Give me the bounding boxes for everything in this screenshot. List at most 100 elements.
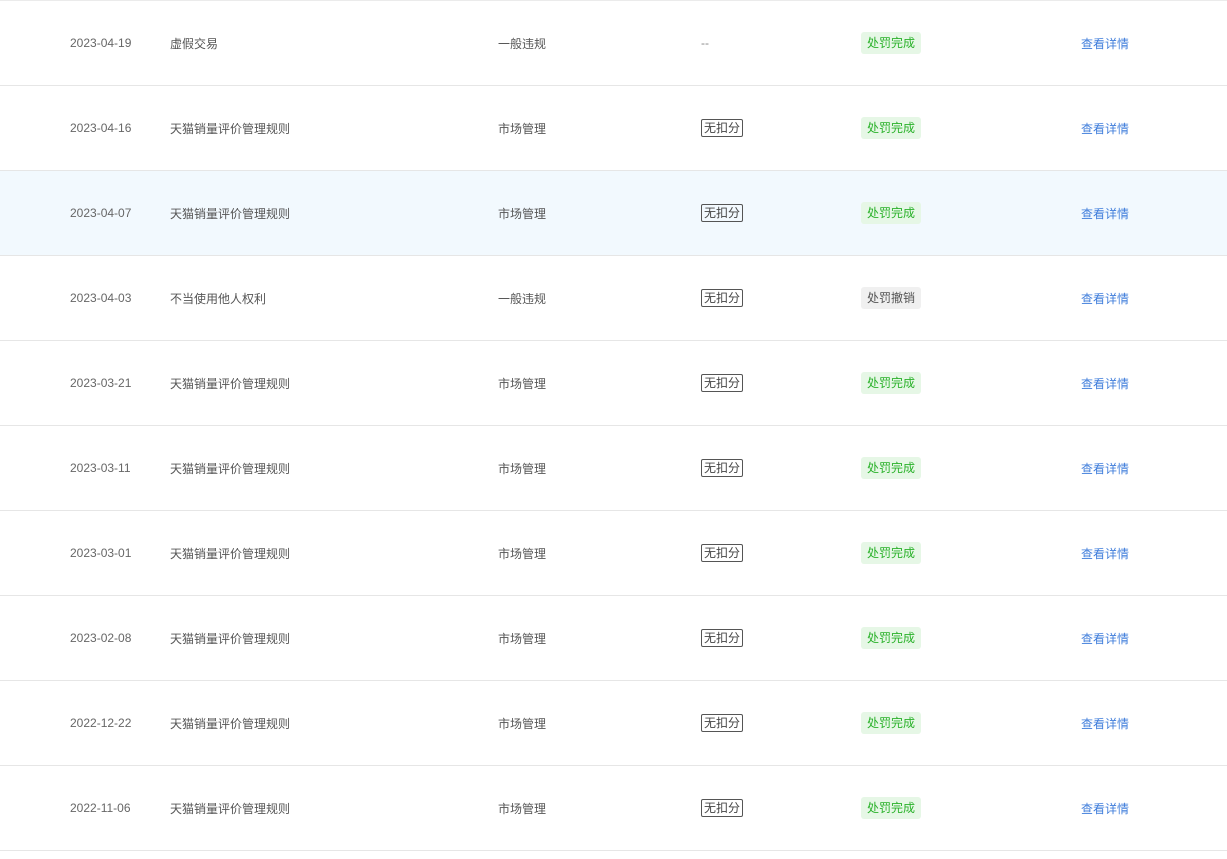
violation-reason: 不当使用他人权利 (170, 291, 267, 306)
violation-type: 市场管理 (498, 631, 547, 646)
violation-type: 市场管理 (498, 376, 547, 391)
table-row: 2022-11-06 天猫销量评价管理规则 市场管理 无扣分 处罚完成 查看详情 (0, 766, 1227, 851)
record-date: 2023-02-08 (70, 631, 132, 645)
violation-reason: 天猫销量评价管理规则 (170, 461, 291, 476)
penalty-records-table: 2023-04-19 虚假交易 一般违规 -- 处罚完成 查看详情 2023-0… (0, 0, 1227, 859)
status-badge: 处罚完成 (861, 627, 922, 649)
violation-reason: 虚假交易 (170, 36, 219, 51)
deduction-points-cell: 无扣分 (701, 341, 744, 425)
status-cell: 处罚完成 (861, 426, 922, 510)
view-details-link[interactable]: 查看详情 (1081, 290, 1129, 307)
deduction-points-cell: 无扣分 (701, 681, 744, 765)
action-cell: 查看详情 (1081, 1, 1129, 85)
deduction-points-cell: 无扣分 (701, 86, 744, 170)
deduction-points-cell: 无扣分 (701, 596, 744, 680)
table-row: 2023-04-07 天猫销量评价管理规则 市场管理 无扣分 处罚完成 查看详情 (0, 171, 1227, 256)
deduction-points-cell: 无扣分 (701, 171, 744, 255)
violation-reason: 天猫销量评价管理规则 (170, 546, 291, 561)
violation-reason: 天猫销量评价管理规则 (170, 376, 291, 391)
violation-reason: 天猫销量评价管理规则 (170, 716, 291, 731)
deduction-points-cell: 无扣分 (701, 511, 744, 595)
status-badge: 处罚完成 (861, 32, 922, 54)
table-row: 2022-12-22 天猫销量评价管理规则 市场管理 无扣分 处罚完成 查看详情 (0, 681, 1227, 766)
deduction-points-cell: 无扣分 (701, 256, 744, 340)
action-cell: 查看详情 (1081, 596, 1129, 680)
record-date: 2023-03-11 (70, 461, 131, 475)
violation-type: 市场管理 (498, 121, 547, 136)
deduction-points: 无扣分 (701, 714, 744, 732)
violation-type: 一般违规 (498, 36, 547, 51)
status-badge: 处罚完成 (861, 542, 922, 564)
status-badge: 处罚完成 (861, 117, 922, 139)
record-date: 2023-03-21 (70, 376, 132, 390)
action-cell: 查看详情 (1081, 256, 1129, 340)
table-row: 2023-02-08 天猫销量评价管理规则 市场管理 无扣分 处罚完成 查看详情 (0, 596, 1227, 681)
table-row: 2023-04-19 虚假交易 一般违规 -- 处罚完成 查看详情 (0, 1, 1227, 86)
table-row: 2023-03-21 天猫销量评价管理规则 市场管理 无扣分 处罚完成 查看详情 (0, 341, 1227, 426)
violation-type: 市场管理 (498, 461, 547, 476)
table-row: 2023-03-11 天猫销量评价管理规则 市场管理 无扣分 处罚完成 查看详情 (0, 426, 1227, 511)
violation-reason: 天猫销量评价管理规则 (170, 631, 291, 646)
deduction-points-cell: 无扣分 (701, 766, 744, 850)
record-date: 2023-04-03 (70, 291, 132, 305)
view-details-link[interactable]: 查看详情 (1081, 35, 1129, 52)
status-cell: 处罚完成 (861, 511, 922, 595)
violation-type: 一般违规 (498, 291, 547, 306)
action-cell: 查看详情 (1081, 766, 1129, 850)
status-cell: 处罚撤销 (861, 256, 922, 340)
violation-reason: 天猫销量评价管理规则 (170, 801, 291, 816)
view-details-link[interactable]: 查看详情 (1081, 205, 1129, 222)
deduction-points: 无扣分 (701, 799, 744, 817)
action-cell: 查看详情 (1081, 426, 1129, 510)
table-row: 2023-04-03 不当使用他人权利 一般违规 无扣分 处罚撤销 查看详情 (0, 256, 1227, 341)
action-cell: 查看详情 (1081, 86, 1129, 170)
violation-reason: 天猫销量评价管理规则 (170, 121, 291, 136)
deduction-points: 无扣分 (701, 374, 744, 392)
status-cell: 处罚完成 (861, 1, 922, 85)
deduction-points-cell: -- (701, 1, 709, 85)
status-cell: 处罚完成 (861, 86, 922, 170)
status-badge: 处罚完成 (861, 712, 922, 734)
deduction-points: 无扣分 (701, 544, 744, 562)
violation-type: 市场管理 (498, 801, 547, 816)
table-row: 2023-04-16 天猫销量评价管理规则 市场管理 无扣分 处罚完成 查看详情 (0, 86, 1227, 171)
action-cell: 查看详情 (1081, 511, 1129, 595)
status-badge: 处罚完成 (861, 202, 922, 224)
view-details-link[interactable]: 查看详情 (1081, 715, 1129, 732)
deduction-points-cell: 无扣分 (701, 426, 744, 510)
status-cell: 处罚完成 (861, 596, 922, 680)
view-details-link[interactable]: 查看详情 (1081, 800, 1129, 817)
status-cell: 处罚完成 (861, 341, 922, 425)
view-details-link[interactable]: 查看详情 (1081, 375, 1129, 392)
status-badge: 处罚完成 (861, 457, 922, 479)
deduction-points: 无扣分 (701, 204, 744, 222)
view-details-link[interactable]: 查看详情 (1081, 630, 1129, 647)
deduction-points: 无扣分 (701, 289, 744, 307)
status-badge: 处罚完成 (861, 797, 922, 819)
action-cell: 查看详情 (1081, 681, 1129, 765)
status-badge: 处罚完成 (861, 372, 922, 394)
status-cell: 处罚完成 (861, 681, 922, 765)
record-date: 2022-12-22 (70, 716, 132, 730)
violation-type: 市场管理 (498, 546, 547, 561)
record-date: 2022-11-06 (70, 801, 131, 815)
deduction-points: 无扣分 (701, 459, 744, 477)
record-date: 2023-04-19 (70, 36, 132, 50)
action-cell: 查看详情 (1081, 341, 1129, 425)
violation-type: 市场管理 (498, 716, 547, 731)
violation-type: 市场管理 (498, 206, 547, 221)
violation-reason: 天猫销量评价管理规则 (170, 206, 291, 221)
record-date: 2023-04-07 (70, 206, 132, 220)
action-cell: 查看详情 (1081, 171, 1129, 255)
deduction-points: -- (701, 36, 709, 50)
view-details-link[interactable]: 查看详情 (1081, 545, 1129, 562)
status-cell: 处罚完成 (861, 766, 922, 850)
table-row: 2023-03-01 天猫销量评价管理规则 市场管理 无扣分 处罚完成 查看详情 (0, 511, 1227, 596)
status-badge: 处罚撤销 (861, 287, 922, 309)
deduction-points: 无扣分 (701, 629, 744, 647)
record-date: 2023-03-01 (70, 546, 132, 560)
status-cell: 处罚完成 (861, 171, 922, 255)
view-details-link[interactable]: 查看详情 (1081, 460, 1129, 477)
view-details-link[interactable]: 查看详情 (1081, 120, 1129, 137)
record-date: 2023-04-16 (70, 121, 132, 135)
